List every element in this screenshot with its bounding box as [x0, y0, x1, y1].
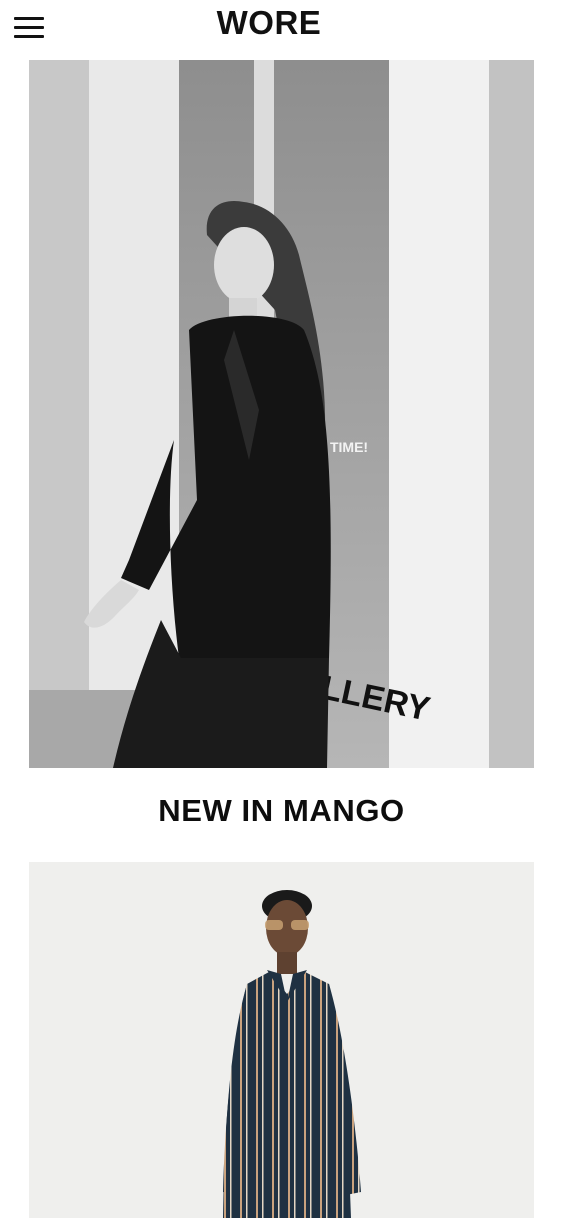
- hero-photo: Y TIME! LLERY: [29, 60, 534, 768]
- header: WORE: [0, 0, 563, 58]
- product-photo: [29, 862, 534, 1218]
- hero-image[interactable]: Y TIME! LLERY: [29, 60, 534, 768]
- section-title[interactable]: NEW IN MANGO: [0, 793, 563, 829]
- product-image[interactable]: [29, 862, 534, 1218]
- site-logo[interactable]: WORE: [0, 4, 538, 42]
